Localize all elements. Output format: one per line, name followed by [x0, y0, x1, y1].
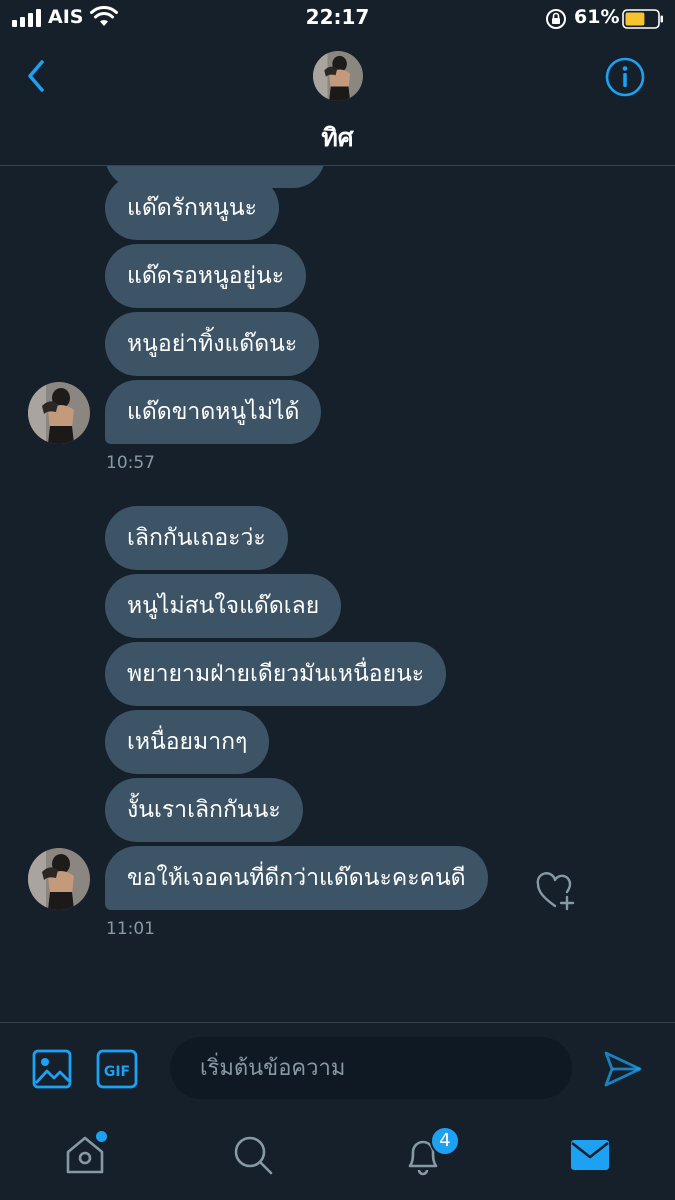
- message-list[interactable]: แด๊ดรักหนูนะ แด๊ดรอหนูอยู่นะ หนูอย่าทิ้ง…: [0, 166, 675, 1022]
- message-bubble[interactable]: งั้นเราเลิกกันนะ: [105, 778, 303, 842]
- message-bubble[interactable]: หนูอย่าทิ้งแด๊ดนะ: [105, 312, 320, 376]
- orientation-lock-icon: [546, 9, 566, 29]
- gif-label: GIF: [104, 1064, 130, 1080]
- message-timestamp: 10:57: [106, 453, 155, 473]
- message-bubble[interactable]: หนูไม่สนใจแด๊ดเลย: [105, 574, 342, 638]
- conversation-header: ทิศ: [0, 40, 675, 166]
- send-icon[interactable]: [602, 1048, 644, 1090]
- message-bubble[interactable]: แด๊ดขาดหนูไม่ได้: [105, 380, 322, 444]
- message-bubble[interactable]: เลิกกันเถอะว่ะ: [105, 506, 288, 570]
- sender-avatar[interactable]: [28, 382, 90, 444]
- message-bubble[interactable]: ขอให้เจอคนที่ดีกว่าแด๊ดนะคะคนดี: [105, 846, 488, 910]
- tab-bar: 4: [0, 1112, 675, 1200]
- mail-icon[interactable]: [567, 1132, 613, 1178]
- back-chevron-icon[interactable]: [20, 56, 50, 96]
- search-icon[interactable]: [230, 1132, 276, 1178]
- battery-percent: 61%: [574, 6, 620, 28]
- status-bar: AIS 22:17 61%: [0, 0, 675, 40]
- info-icon[interactable]: [604, 56, 646, 98]
- message-bubble[interactable]: แด๊ดรักหนูนะ: [105, 176, 279, 240]
- message-bubble[interactable]: พยายามฝ่ายเดียวมันเหนื่อยนะ: [105, 642, 447, 706]
- gif-icon[interactable]: GIF: [96, 1049, 138, 1089]
- message-timestamp: 11:01: [106, 919, 155, 939]
- contact-name: ทิศ: [321, 123, 354, 152]
- message-composer: GIF: [0, 1022, 675, 1113]
- notification-badge: 4: [430, 1126, 460, 1156]
- message-bubble[interactable]: แด๊ดรอหนูอยู่นะ: [105, 244, 307, 308]
- battery-icon: [622, 9, 663, 29]
- home-unread-dot: [94, 1129, 109, 1144]
- message-input[interactable]: [170, 1037, 572, 1099]
- image-icon[interactable]: [32, 1049, 72, 1089]
- heart-plus-icon[interactable]: [534, 870, 578, 914]
- sender-avatar[interactable]: [28, 848, 90, 910]
- message-bubble[interactable]: เหนื่อยมากๆ: [105, 710, 270, 774]
- contact-avatar[interactable]: [313, 51, 363, 101]
